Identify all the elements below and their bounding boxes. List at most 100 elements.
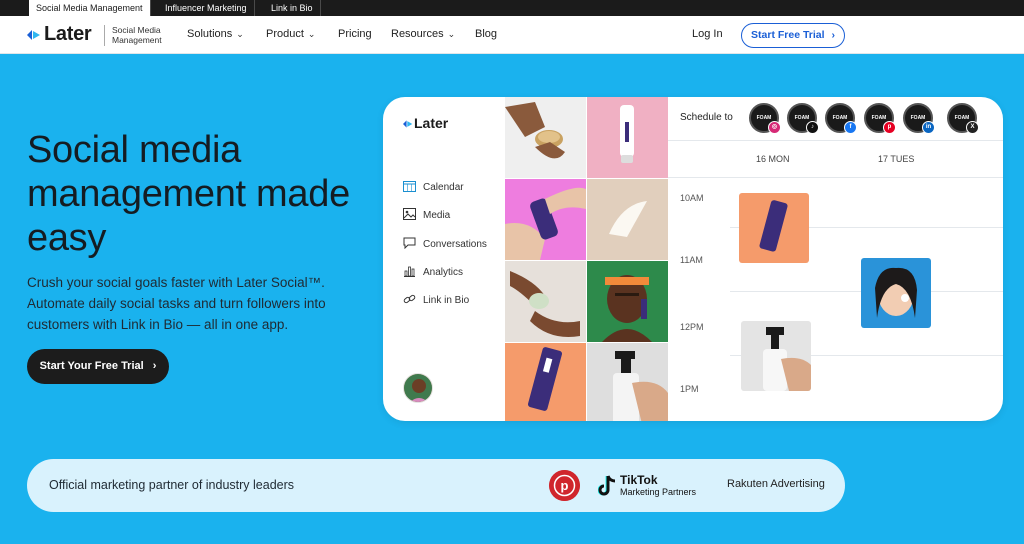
partners-text: Official marketing partner of industry l…	[49, 478, 295, 492]
account-instagram[interactable]: FOAM ◎	[749, 103, 781, 134]
menu-label: Conversations	[423, 239, 487, 250]
pump-bottle-image	[587, 343, 668, 421]
top-bar: Social Media Management Influencer Marke…	[0, 0, 1024, 16]
account-name: FOAM	[910, 115, 926, 121]
chevron-right-icon: ›	[152, 360, 157, 372]
scheduled-post[interactable]	[741, 321, 811, 391]
app-preview-card: Later Calendar Media Conversations Analy…	[383, 97, 1003, 421]
man-headband-image	[587, 261, 668, 342]
x-icon: X	[966, 121, 979, 134]
account-name: FOAM	[954, 115, 970, 121]
media-tile[interactable]	[587, 343, 668, 421]
rakuten-advertising-logo: Rakuten Advertising	[727, 478, 825, 490]
avatar-image	[404, 374, 432, 402]
nav-solutions[interactable]: Solutions ⌄	[187, 28, 244, 40]
tab-influencer-marketing[interactable]: Influencer Marketing	[158, 0, 255, 16]
media-tile[interactable]	[505, 343, 586, 421]
scheduled-post[interactable]	[861, 258, 931, 328]
tiktok-name: TikTok	[620, 473, 658, 487]
menu-item-calendar[interactable]: Calendar	[403, 181, 464, 197]
post-thumbnail	[741, 321, 811, 391]
instagram-icon: ◎	[768, 121, 781, 134]
tiktok-icon	[598, 475, 616, 496]
product-tube-pink-image	[587, 97, 668, 178]
menu-label: Link in Bio	[423, 295, 470, 306]
link-icon	[403, 295, 416, 304]
divider	[668, 177, 1003, 178]
account-name: FOAM	[832, 115, 848, 121]
brand-subtitle: Social Media Management	[112, 25, 162, 45]
nav-pricing[interactable]: Pricing	[338, 28, 372, 40]
nav-resources[interactable]: Resources ⌄	[391, 28, 455, 40]
bar-chart-icon	[404, 266, 415, 278]
cta-label: Start Your Free Trial	[39, 360, 144, 372]
main-nav: Later Social Media Management Solutions ⌄…	[0, 16, 1024, 54]
tab-link-in-bio[interactable]: Link in Bio	[264, 0, 321, 16]
post-thumbnail	[861, 258, 931, 328]
nav-solutions-label: Solutions	[187, 28, 233, 40]
chevron-down-icon: ⌄	[447, 29, 456, 39]
start-your-free-trial-button[interactable]: Start Your Free Trial ›	[27, 349, 169, 384]
post-thumbnail	[739, 193, 809, 263]
scheduler-panel: Schedule to FOAM ◎ FOAM ♪ FOAM f FOAM p FOAM…	[668, 97, 1003, 421]
account-x[interactable]: FOAM X	[947, 103, 979, 134]
menu-label: Calendar	[423, 182, 464, 193]
account-name: FOAM	[871, 115, 887, 121]
media-grid	[505, 97, 668, 421]
time-label: 11AM	[680, 255, 703, 265]
user-avatar[interactable]	[403, 373, 433, 403]
brand-logo[interactable]: Later	[44, 23, 92, 46]
svg-text:p: p	[561, 478, 569, 493]
product-tube-orange-image	[505, 343, 586, 421]
tiktok-marketing-partners-logo: TikTok Marketing Partners	[598, 473, 718, 499]
schedule-to-label: Schedule to	[680, 112, 733, 123]
hands-bottle-image	[505, 179, 586, 260]
later-logo-icon	[403, 120, 413, 128]
account-pinterest[interactable]: FOAM p	[864, 103, 896, 134]
menu-item-analytics[interactable]: Analytics	[403, 266, 463, 282]
account-linkedin[interactable]: FOAM in	[903, 103, 935, 134]
nav-product-label: Product	[266, 28, 304, 40]
hands-soap-image	[505, 261, 586, 342]
chevron-down-icon: ⌄	[236, 29, 244, 39]
nav-blog[interactable]: Blog	[475, 28, 497, 40]
calendar-icon	[403, 181, 416, 193]
day-header: 16 MON	[756, 154, 790, 164]
nav-product[interactable]: Product ⌄	[266, 28, 315, 40]
hero-subtitle: Crush your social goals faster with Late…	[27, 275, 326, 332]
chevron-down-icon: ⌄	[307, 29, 316, 39]
chat-icon	[403, 237, 416, 250]
start-free-trial-button[interactable]: Start Free Trial ›	[741, 23, 845, 48]
app-brand: Later	[414, 115, 449, 131]
media-tile[interactable]	[505, 179, 586, 260]
account-name: FOAM	[756, 115, 772, 121]
pinterest-partner-icon: p	[549, 470, 580, 501]
later-logo-icon	[27, 30, 40, 40]
account-tiktok[interactable]: FOAM ♪	[787, 103, 819, 134]
media-tile[interactable]	[587, 261, 668, 342]
hero-title: Social media management made easy	[27, 129, 350, 259]
time-label: 10AM	[680, 193, 704, 203]
menu-item-link-in-bio[interactable]: Link in Bio	[403, 294, 469, 310]
time-label: 1PM	[680, 384, 699, 394]
media-tile[interactable]	[587, 97, 668, 178]
cream-swatch-image	[587, 179, 668, 260]
menu-label: Media	[423, 210, 451, 221]
partners-bar: Official marketing partner of industry l…	[27, 459, 845, 512]
account-facebook[interactable]: FOAM f	[825, 103, 857, 134]
menu-item-media[interactable]: Media	[403, 208, 451, 225]
menu-label: Analytics	[423, 267, 464, 278]
media-tile[interactable]	[587, 179, 668, 260]
media-tile[interactable]	[505, 261, 586, 342]
pinterest-icon: p	[883, 121, 896, 134]
login-link[interactable]: Log In	[692, 28, 723, 40]
account-name: FOAM	[794, 115, 810, 121]
menu-item-conversations[interactable]: Conversations	[403, 237, 487, 254]
image-icon	[403, 208, 416, 221]
tab-social-media-management[interactable]: Social Media Management	[29, 0, 151, 16]
media-tile[interactable]	[505, 97, 586, 178]
divider	[668, 140, 1003, 141]
tiktok-sub: Marketing Partners	[620, 487, 697, 497]
day-header: 17 TUES	[878, 154, 915, 164]
scheduled-post[interactable]	[739, 193, 809, 263]
